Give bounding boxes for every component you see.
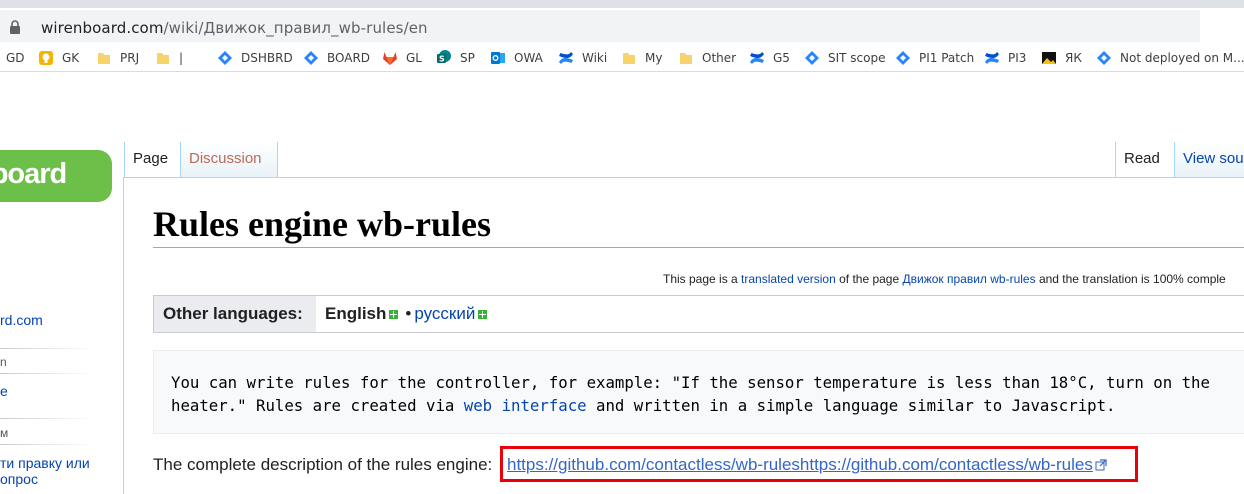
bookmark-yak[interactable]: ЯК <box>1041 48 1082 68</box>
web-interface-link[interactable]: web interface <box>464 396 587 415</box>
description-label: The complete description of the rules en… <box>153 455 493 474</box>
external-link-icon <box>1095 459 1107 471</box>
jira-diamond-icon <box>218 51 232 65</box>
intro-note-box: You can write rules for the controller, … <box>153 350 1244 434</box>
title-divider <box>153 247 1244 248</box>
languages-box: Other languages: English • русский <box>153 295 1244 333</box>
bookmark-other[interactable]: Other <box>678 48 736 68</box>
svg-text:S: S <box>439 55 445 64</box>
sidebar-link[interactable]: e <box>0 383 8 399</box>
language-current: English <box>325 304 387 323</box>
address-bar-end <box>1200 10 1244 42</box>
bookmark-gl[interactable]: GL <box>382 48 422 68</box>
confluence-icon <box>559 52 573 64</box>
intro-note-text: You can write rules for the controller, … <box>171 373 1210 415</box>
folder-icon <box>98 53 110 64</box>
language-separator: • <box>405 304 412 323</box>
site-logo[interactable]: nboard <box>0 150 112 202</box>
bookmark-gd[interactable]: GD <box>6 48 25 68</box>
url-text[interactable]: wirenboard.com/wiki/Движок_правил_wb-rul… <box>41 19 428 37</box>
language-list: English • русский <box>325 304 491 324</box>
bookmark-pi1-patch[interactable]: PI1 Patch <box>895 48 974 68</box>
jira-diamond-icon <box>805 51 819 65</box>
bookmark-sp[interactable]: S SP <box>436 48 475 68</box>
lock-icon[interactable] <box>8 20 22 34</box>
github-external-link[interactable]: https://github.com/contactless/wb-rulesh… <box>507 455 1107 475</box>
bookmark-pipe[interactable]: | <box>155 48 183 68</box>
languages-label: Other languages: <box>154 296 316 332</box>
bookmark-sit-scope[interactable]: SIT scope <box>804 48 886 68</box>
language-link-russian[interactable]: русский <box>414 304 475 324</box>
omnibox[interactable]: wirenboard.com/wiki/Движок_правил_wb-rul… <box>0 10 1244 42</box>
image-icon <box>1042 52 1056 64</box>
tab-discussion[interactable]: Discussion <box>180 142 278 177</box>
translation-status-icon <box>389 309 399 319</box>
translated-version-link[interactable]: translated version <box>741 272 836 286</box>
sidebar-divider <box>0 373 95 374</box>
bookmark-dshbrd[interactable]: DSHBRD <box>217 48 293 68</box>
tab-page[interactable]: Page <box>124 142 180 177</box>
jira-diamond-icon <box>304 51 318 65</box>
bookmark-pi3[interactable]: PI3 <box>984 48 1026 68</box>
sidebar-divider <box>0 418 95 419</box>
tab-read[interactable]: Read <box>1115 142 1174 177</box>
bookmark-my[interactable]: My <box>621 48 662 68</box>
folder-icon <box>680 53 692 64</box>
bookmark-not-deployed[interactable]: Not deployed on M... <box>1096 48 1244 68</box>
sidebar-link-suggest-edit[interactable]: ти правку или <box>0 455 90 471</box>
page-title: Rules engine wb-rules <box>153 204 492 244</box>
folder-icon <box>157 53 169 64</box>
bookmark-g5[interactable]: G5 <box>749 48 790 68</box>
jira-diamond-icon <box>1097 51 1111 65</box>
translation-notice: This page is a translated version of the… <box>663 272 1226 286</box>
sharepoint-icon: S <box>437 50 451 64</box>
bookmark-gk[interactable]: GK <box>38 48 79 68</box>
address-bar: wirenboard.com/wiki/Движок_правил_wb-rul… <box>0 8 1244 42</box>
sidebar-divider <box>0 348 95 349</box>
sidebar-heading: м <box>0 426 9 440</box>
jira-diamond-icon <box>896 51 910 65</box>
bookmark-wiki[interactable]: Wiki <box>558 48 607 68</box>
translation-status-icon <box>478 309 488 319</box>
gitlab-icon <box>383 52 397 65</box>
sidebar-heading: n <box>0 355 7 369</box>
bulb-icon <box>39 51 53 65</box>
outlook-icon <box>491 52 505 64</box>
sidebar-divider <box>0 444 95 445</box>
bookmark-board[interactable]: BOARD <box>303 48 370 68</box>
tab-strip <box>0 0 1244 8</box>
bookmark-prj[interactable]: PRJ <box>96 48 139 68</box>
tab-view-source[interactable]: View sou <box>1174 142 1244 177</box>
sidebar-link-suggest-edit-cont[interactable]: опрос <box>0 471 38 487</box>
confluence-icon <box>985 52 999 64</box>
folder-icon <box>623 53 635 64</box>
source-page-link[interactable]: Движок правил wb-rules <box>903 272 1036 286</box>
confluence-icon <box>750 52 764 64</box>
bookmark-owa[interactable]: OWA <box>490 48 543 68</box>
sidebar-link-site[interactable]: rd.com <box>0 312 43 328</box>
bookmarks-bar: GD GK PRJ | DSHBRD BOARD GL S SP OWA Wik… <box>0 44 1244 72</box>
